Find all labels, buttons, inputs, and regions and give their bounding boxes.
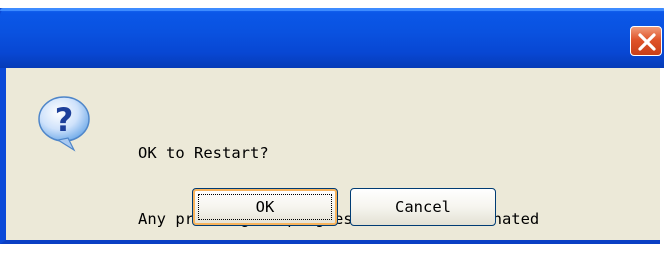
title-bar[interactable] bbox=[0, 8, 664, 68]
focus-outline bbox=[198, 194, 332, 220]
question-icon: ? bbox=[38, 96, 90, 152]
ok-button[interactable]: OK bbox=[192, 188, 338, 226]
svg-text:?: ? bbox=[55, 101, 74, 139]
close-icon bbox=[638, 33, 656, 51]
dialog-message: OK to Restart? Any printing in progress … bbox=[138, 98, 539, 274]
cancel-button-label: Cancel bbox=[395, 198, 451, 216]
message-title: OK to Restart? bbox=[138, 144, 269, 162]
cancel-button[interactable]: Cancel bbox=[350, 188, 496, 226]
close-button[interactable] bbox=[630, 26, 662, 56]
restart-dialog: ? OK to Restart? Any printing in progres… bbox=[0, 8, 664, 244]
dialog-content: ? OK to Restart? Any printing in progres… bbox=[6, 68, 660, 240]
